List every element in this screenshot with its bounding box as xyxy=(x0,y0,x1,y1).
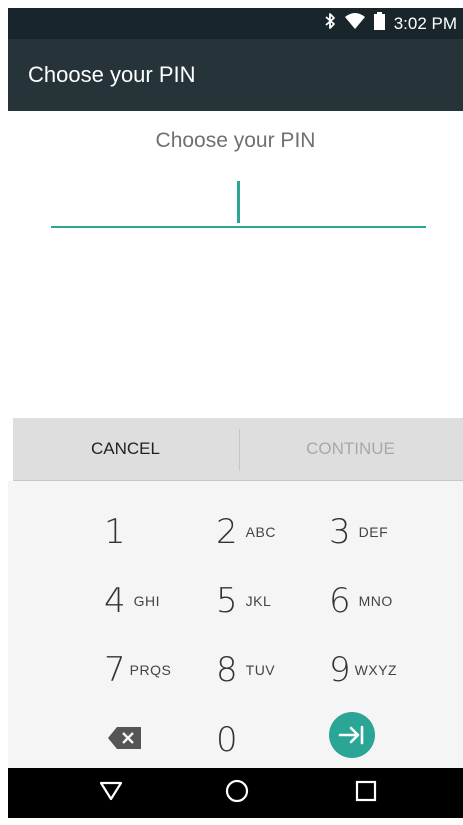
key-3[interactable]: 3 DEF xyxy=(329,498,439,566)
key-digit: 9 xyxy=(329,650,351,690)
pin-screen: 3:02 PM Choose your PIN Choose your PIN … xyxy=(8,8,463,818)
key-digit: 2 xyxy=(216,512,238,552)
key-letters: ABC xyxy=(245,524,276,540)
home-circle-icon xyxy=(225,779,249,808)
back-triangle-icon xyxy=(99,781,123,806)
pin-entry-area: Choose your PIN xyxy=(8,111,463,418)
pin-prompt: Choose your PIN xyxy=(155,129,316,152)
key-6[interactable]: 6 MNO xyxy=(329,567,439,635)
key-7[interactable]: 7 PRQS xyxy=(104,636,214,704)
key-4[interactable]: 4 GHI xyxy=(104,567,214,635)
recents-button[interactable] xyxy=(336,768,396,818)
pin-input[interactable] xyxy=(51,181,426,231)
app-bar: Choose your PIN xyxy=(8,39,463,111)
key-digit: 6 xyxy=(329,581,351,621)
action-bar: CANCEL CONTINUE xyxy=(13,418,463,481)
continue-button[interactable]: CONTINUE xyxy=(238,418,463,480)
key-digit: 3 xyxy=(329,512,351,552)
key-digit: 4 xyxy=(104,581,126,621)
status-bar: 3:02 PM xyxy=(8,8,463,39)
key-letters: JKL xyxy=(245,593,272,609)
enter-icon xyxy=(329,711,375,763)
home-button[interactable] xyxy=(207,768,267,818)
battery-icon xyxy=(373,12,385,35)
key-digit: 1 xyxy=(104,512,126,552)
key-1[interactable]: 1 xyxy=(104,498,214,566)
key-letters: DEF xyxy=(358,524,389,540)
key-2[interactable]: 2 ABC xyxy=(216,498,326,566)
key-5[interactable]: 5 JKL xyxy=(216,567,326,635)
backspace-icon xyxy=(108,726,141,754)
key-0[interactable]: 0 xyxy=(216,706,326,774)
back-button[interactable] xyxy=(81,768,141,818)
key-8[interactable]: 8 TUV xyxy=(216,636,326,704)
status-icons: 3:02 PM xyxy=(325,8,457,39)
text-cursor xyxy=(237,181,240,223)
key-letters: PRQS xyxy=(129,662,172,678)
key-digit: 5 xyxy=(216,581,238,621)
bluetooth-icon xyxy=(325,12,336,35)
key-digit: 7 xyxy=(104,650,126,690)
wifi-icon xyxy=(344,13,365,34)
pin-input-underline xyxy=(51,226,426,228)
key-letters: GHI xyxy=(133,593,161,609)
numeric-keypad: 1 2 ABC 3 DEF 4 GHI 5 JKL 6 MNO 7 PRQS 8 xyxy=(8,481,463,768)
backspace-key[interactable] xyxy=(108,706,218,774)
status-time: 3:02 PM xyxy=(393,13,457,33)
cancel-button[interactable]: CANCEL xyxy=(13,418,238,480)
recents-square-icon xyxy=(355,780,377,807)
enter-key[interactable] xyxy=(329,703,439,771)
key-9[interactable]: 9 WXYZ xyxy=(329,636,439,704)
key-letters: WXYZ xyxy=(354,662,398,678)
key-digit: 0 xyxy=(216,720,238,760)
key-letters: TUV xyxy=(245,662,276,678)
key-digit: 8 xyxy=(216,650,238,690)
app-bar-title: Choose your PIN xyxy=(28,62,196,87)
navigation-bar xyxy=(8,768,463,818)
key-letters: MNO xyxy=(358,593,393,609)
